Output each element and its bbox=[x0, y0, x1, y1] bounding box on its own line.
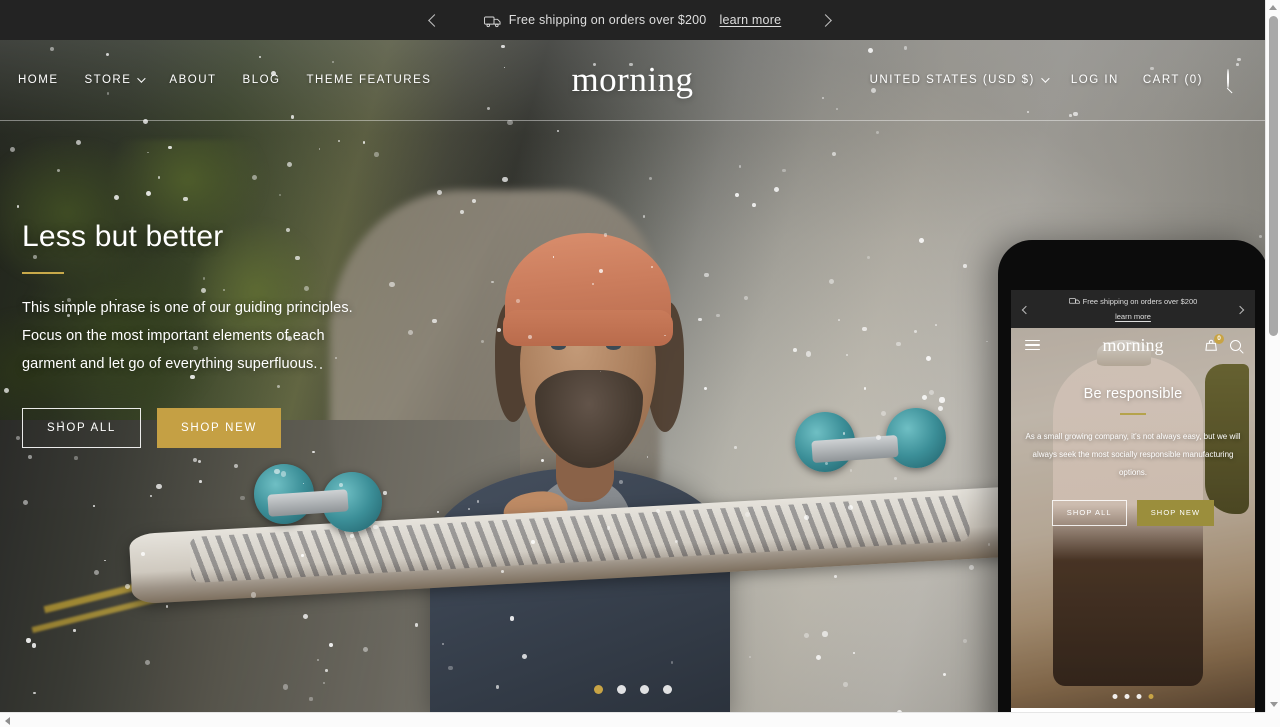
announcement-text: Free shipping on orders over $200 bbox=[508, 13, 707, 27]
horizontal-scrollbar[interactable] bbox=[0, 712, 1265, 727]
mobile-carousel-dots bbox=[1112, 694, 1154, 699]
hero-cta-group: SHOP ALL SHOP NEW bbox=[22, 408, 452, 448]
mobile-announcement-content: Free shipping on orders over $200 learn … bbox=[1054, 296, 1212, 323]
cart-icon[interactable]: 0 bbox=[1205, 333, 1224, 352]
mobile-screen: Free shipping on orders over $200 learn … bbox=[1011, 290, 1255, 727]
mobile-hero-title: Be responsible bbox=[1083, 386, 1183, 402]
mobile-carousel-dot-1[interactable] bbox=[1112, 694, 1118, 699]
secondary-navigation: UNITED STATES (USD $) LOG IN CART (0) bbox=[869, 69, 1247, 90]
shop-new-button[interactable]: SHOP NEW bbox=[157, 408, 282, 448]
cart-link[interactable]: CART (0) bbox=[1143, 74, 1203, 86]
scrollbar-corner bbox=[1265, 712, 1280, 727]
delivery-truck-icon bbox=[1068, 297, 1080, 306]
nav-item-label: ABOUT bbox=[169, 74, 217, 86]
chevron-left-icon bbox=[427, 13, 441, 27]
mobile-announcement-next-button[interactable] bbox=[1235, 300, 1245, 318]
mobile-shop-all-button[interactable]: SHOP ALL bbox=[1051, 499, 1127, 526]
delivery-truck-icon bbox=[483, 15, 501, 28]
announcement-bar: Free shipping on orders over $200 learn … bbox=[0, 0, 1265, 40]
triangle-down-icon bbox=[1269, 702, 1278, 707]
chevron-left-icon bbox=[1021, 305, 1031, 315]
nav-item-label: HOME bbox=[18, 74, 59, 86]
hero-content: Less but better This simple phrase is on… bbox=[22, 220, 452, 448]
nav-item-label: THEME FEATURES bbox=[306, 74, 432, 86]
nav-item-blog[interactable]: BLOG bbox=[243, 74, 281, 86]
announcement-prev-button[interactable] bbox=[414, 0, 454, 40]
triangle-up-icon bbox=[1269, 5, 1277, 10]
hero-person-beanie-brim bbox=[503, 310, 673, 346]
chevron-down-icon bbox=[137, 74, 147, 83]
carousel-dot-3[interactable] bbox=[639, 685, 649, 694]
chevron-down-icon bbox=[1041, 74, 1050, 83]
carousel-dot-4[interactable] bbox=[662, 685, 672, 694]
scroll-left-button[interactable] bbox=[0, 713, 15, 727]
mobile-announcement-text: Free shipping on orders over $200 bbox=[1082, 296, 1198, 306]
vertical-scrollbar-thumb[interactable] bbox=[1269, 16, 1278, 336]
mobile-device-preview: Free shipping on orders over $200 learn … bbox=[998, 240, 1268, 727]
shop-all-button[interactable]: SHOP ALL bbox=[22, 408, 142, 448]
mobile-hero-description: As a small growing company, it's not alw… bbox=[1025, 431, 1241, 477]
nav-item-label: BLOG bbox=[242, 74, 281, 86]
cart-count-badge: 0 bbox=[1214, 333, 1224, 344]
header-divider bbox=[0, 120, 1265, 121]
triangle-left-icon bbox=[5, 716, 10, 725]
nav-item-theme-features[interactable]: THEME FEATURES bbox=[307, 74, 432, 86]
mobile-site-logo[interactable]: morning bbox=[1103, 335, 1164, 356]
nav-item-about[interactable]: ABOUT bbox=[169, 74, 216, 86]
locale-label: UNITED STATES (USD $) bbox=[869, 74, 1035, 86]
nav-item-store[interactable]: STORE bbox=[84, 74, 147, 86]
hero-title: Less but better bbox=[22, 220, 224, 253]
nav-item-home[interactable]: HOME bbox=[18, 74, 59, 86]
mobile-hero-content: Be responsible As a small growing compan… bbox=[1011, 386, 1255, 526]
announcement-next-button[interactable] bbox=[805, 0, 845, 40]
login-link[interactable]: LOG IN bbox=[1071, 74, 1119, 86]
mobile-hero-banner: Be responsible As a small growing compan… bbox=[1011, 328, 1255, 708]
site-logo[interactable]: morning bbox=[571, 60, 693, 100]
mobile-header-icons: 0 bbox=[1205, 333, 1241, 352]
search-icon[interactable] bbox=[1227, 69, 1247, 90]
carousel-dot-1[interactable] bbox=[593, 685, 603, 694]
mobile-hero-cta-group: SHOP ALL SHOP NEW bbox=[1025, 499, 1241, 526]
hero-description: This simple phrase is one of our guiding… bbox=[22, 300, 353, 372]
carousel-dot-2[interactable] bbox=[616, 685, 626, 694]
scroll-up-button[interactable] bbox=[1266, 0, 1280, 15]
chevron-right-icon bbox=[818, 13, 832, 27]
hero-accent-rule bbox=[22, 272, 64, 274]
announcement-content: Free shipping on orders over $200 learn … bbox=[483, 13, 781, 28]
mobile-hero-accent-rule bbox=[1120, 413, 1146, 415]
hero-carousel-dots bbox=[593, 685, 672, 694]
mobile-announcement-learn-more-link[interactable]: learn more bbox=[1115, 311, 1151, 323]
mobile-carousel-dot-2[interactable] bbox=[1124, 694, 1130, 699]
site-header: HOME STORE ABOUT BLOG THEME FEATURES mor… bbox=[0, 40, 1265, 120]
chevron-right-icon bbox=[1235, 305, 1245, 315]
mobile-announcement-prev-button[interactable] bbox=[1021, 300, 1031, 318]
primary-navigation: HOME STORE ABOUT BLOG THEME FEATURES bbox=[18, 74, 870, 86]
scroll-down-button[interactable] bbox=[1266, 697, 1280, 712]
mobile-carousel-dot-4[interactable] bbox=[1148, 694, 1154, 699]
locale-selector[interactable]: UNITED STATES (USD $) bbox=[869, 74, 1050, 86]
nav-item-label: STORE bbox=[84, 74, 132, 86]
browser-viewport: Free shipping on orders over $200 learn … bbox=[0, 0, 1280, 727]
mobile-carousel-dot-3[interactable] bbox=[1136, 694, 1142, 699]
announcement-learn-more-link[interactable]: learn more bbox=[719, 13, 781, 27]
search-icon[interactable] bbox=[1230, 339, 1241, 351]
mobile-announcement-bar: Free shipping on orders over $200 learn … bbox=[1011, 290, 1255, 328]
vertical-scrollbar[interactable] bbox=[1265, 0, 1280, 727]
mobile-site-header: morning 0 bbox=[1011, 328, 1255, 362]
hamburger-menu-icon[interactable] bbox=[1025, 339, 1040, 351]
mobile-shop-new-button[interactable]: SHOP NEW bbox=[1136, 499, 1215, 526]
